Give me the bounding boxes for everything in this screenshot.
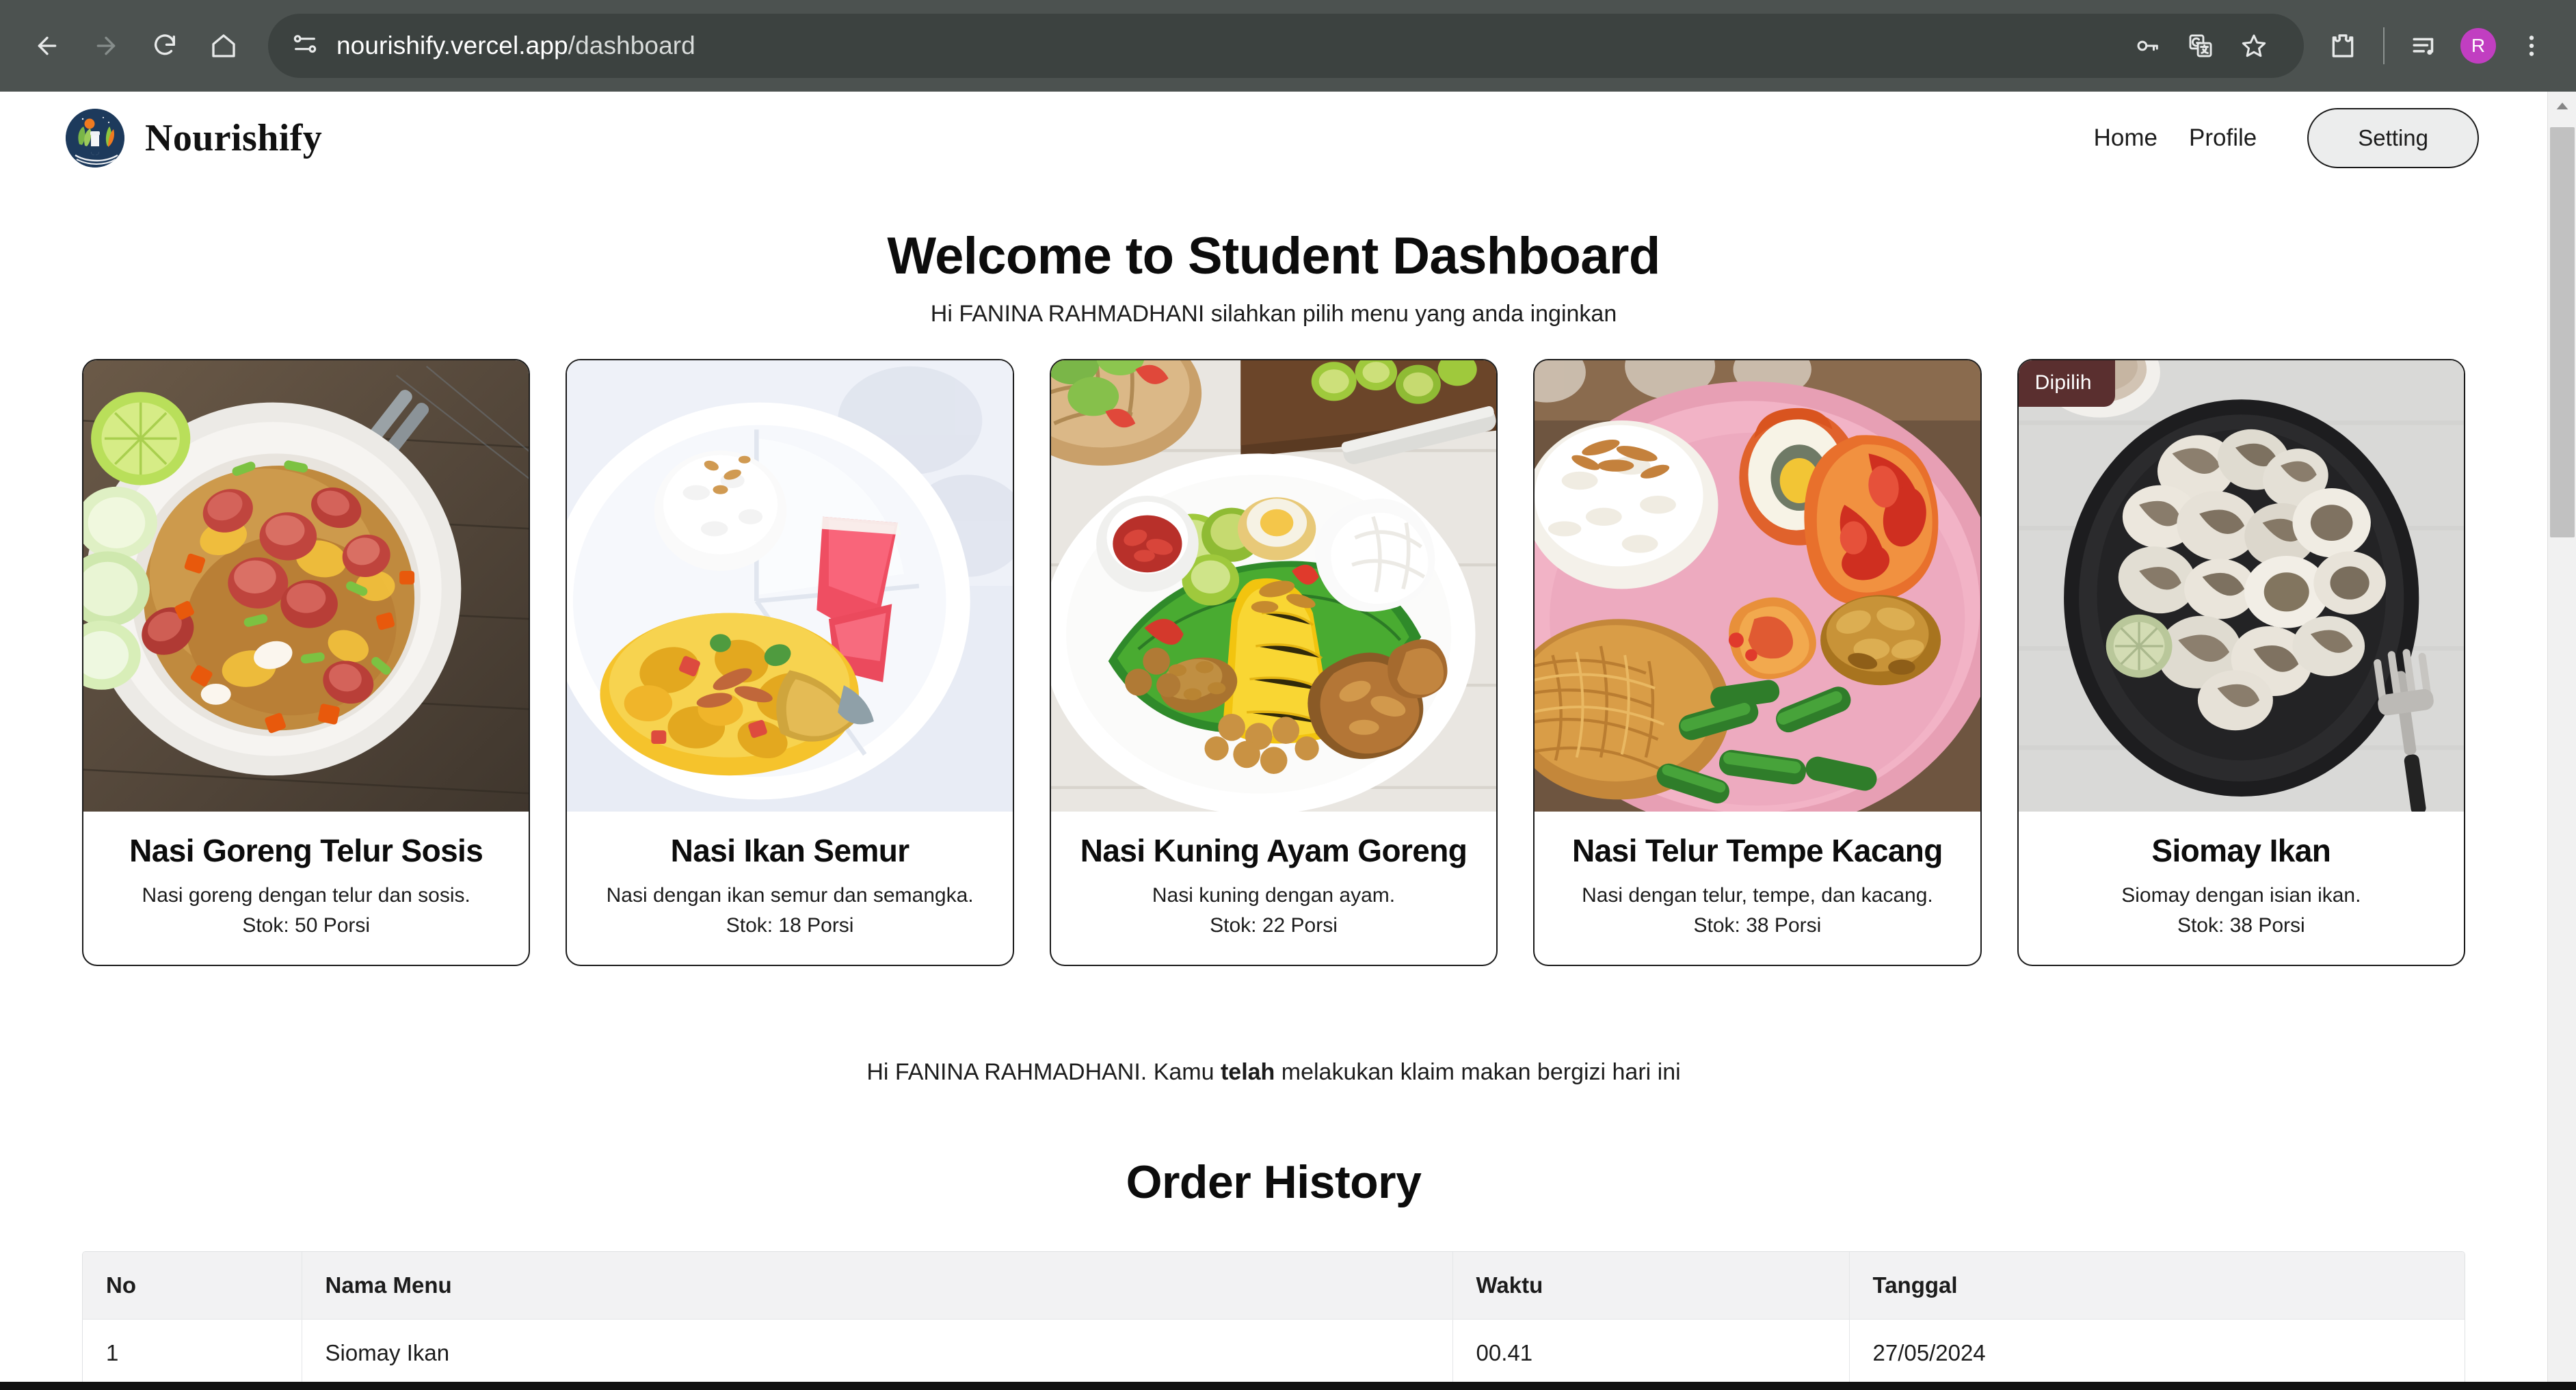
menu-card[interactable]: Nasi Telur Tempe Kacang Nasi dengan telu… [1533,359,1981,966]
page-content: Nourishify Home Profile Setting Welcome … [0,92,2547,1390]
nasi-telur-tempe-kacang-photo [1535,360,1980,812]
menu-card-stock: Stok: 22 Porsi [1066,914,1481,937]
url-path: /dashboard [568,31,695,59]
column-header-nama-menu: Nama Menu [302,1252,1452,1320]
address-bar[interactable]: nourishify.vercel.app/dashboard [268,14,2304,78]
password-key-icon[interactable] [2121,19,2174,72]
hero-subtitle: Hi FANINA RAHMADHANI silahkan pilih menu… [0,301,2547,328]
brand-name: Nourishify [145,116,322,160]
menu-card-list: Nasi Goreng Telur Sosis Nasi goreng deng… [0,359,2547,966]
cell-waktu: 00.41 [1452,1320,1849,1387]
profile-avatar-button[interactable]: R [2452,19,2505,72]
menu-card-title: Siomay Ikan [2034,832,2449,869]
page-viewport: Nourishify Home Profile Setting Welcome … [0,92,2576,1390]
media-control-icon[interactable] [2398,19,2452,72]
brand[interactable]: Nourishify [66,109,322,168]
order-history-table-wrap: No Nama Menu Waktu Tanggal 1 Siomay Ikan… [82,1251,2465,1390]
nasi-goreng-telur-sosis-photo [83,360,529,812]
menu-card[interactable]: Nasi Goreng Telur Sosis Nasi goreng deng… [82,359,530,966]
claim-emphasis: telah [1221,1059,1275,1085]
back-arrow-icon[interactable] [18,16,77,75]
three-dot-menu-icon[interactable] [2505,19,2558,72]
site-header: Nourishify Home Profile Setting [0,92,2547,184]
claim-prefix: Hi FANINA RAHMADHANI. Kamu [866,1059,1221,1085]
site-nav: Home Profile Setting [2094,108,2479,168]
table-row: 1 Siomay Ikan 00.41 27/05/2024 [83,1320,2465,1387]
menu-card[interactable]: Nasi Ikan Semur Nasi dengan ikan semur d… [566,359,1013,966]
menu-card-title: Nasi Goreng Telur Sosis [98,832,514,869]
claim-suffix: melakukan klaim makan bergizi hari ini [1275,1059,1680,1085]
menu-card-stock: Stok: 38 Porsi [2034,914,2449,937]
menu-card-body: Nasi Ikan Semur Nasi dengan ikan semur d… [567,812,1012,965]
menu-card[interactable]: Nasi Kuning Ayam Goreng Nasi kuning deng… [1050,359,1498,966]
setting-button[interactable]: Setting [2307,108,2479,168]
menu-card-body: Nasi Kuning Ayam Goreng Nasi kuning deng… [1051,812,1496,965]
reload-icon[interactable] [135,16,194,75]
extensions-puzzle-icon[interactable] [2316,19,2369,72]
menu-card-description: Nasi kuning dengan ayam. [1066,884,1481,907]
menu-card-title: Nasi Kuning Ayam Goreng [1066,832,1481,869]
url-text: nourishify.vercel.app/dashboard [336,31,695,60]
avatar: R [2460,28,2496,64]
bookmark-star-icon[interactable] [2227,19,2281,72]
toolbar-divider [2383,27,2385,64]
cell-no: 1 [83,1320,302,1387]
menu-card-body: Nasi Telur Tempe Kacang Nasi dengan telu… [1535,812,1980,965]
column-header-tanggal: Tanggal [1849,1252,2465,1320]
scroll-up-arrow-icon[interactable] [2548,92,2576,120]
home-icon[interactable] [194,16,253,75]
nav-link-home[interactable]: Home [2094,124,2157,152]
nasi-ikan-semur-photo [567,360,1012,812]
page-title: Welcome to Student Dashboard [0,226,2547,286]
page-scrollbar[interactable] [2547,92,2576,1390]
menu-card-body: Nasi Goreng Telur Sosis Nasi goreng deng… [83,812,529,965]
menu-card-description: Siomay dengan isian ikan. [2034,884,2449,907]
siomay-ikan-photo: Dipilih [2019,360,2464,812]
window-bottom-edge [0,1382,2576,1390]
table-header-row: No Nama Menu Waktu Tanggal [83,1252,2465,1320]
menu-card-description: Nasi dengan telur, tempe, dan kacang. [1550,884,1965,907]
column-header-no: No [83,1252,302,1320]
url-host: nourishify.vercel.app [336,31,568,59]
order-history-title: Order History [0,1155,2547,1209]
menu-card-stock: Stok: 38 Porsi [1550,914,1965,937]
nasi-kuning-ayam-goreng-photo [1051,360,1496,812]
hero-section: Welcome to Student Dashboard Hi FANINA R… [0,226,2547,328]
site-settings-icon[interactable] [291,31,319,62]
menu-card-stock: Stok: 18 Porsi [582,914,997,937]
claim-status-message: Hi FANINA RAHMADHANI. Kamu telah melakuk… [0,1059,2547,1086]
forward-arrow-icon [77,16,135,75]
order-history-table: No Nama Menu Waktu Tanggal 1 Siomay Ikan… [83,1252,2465,1390]
menu-card-title: Nasi Telur Tempe Kacang [1550,832,1965,869]
browser-toolbar: nourishify.vercel.app/dashboard [0,0,2576,92]
menu-card-description: Nasi goreng dengan telur dan sosis. [98,884,514,907]
menu-card-selected[interactable]: Dipilih Siomay Ikan Siomay dengan isian … [2017,359,2465,966]
cell-nama-menu: Siomay Ikan [302,1320,1452,1387]
translate-icon[interactable] [2174,19,2227,72]
nourishify-logo-icon [66,109,124,168]
menu-card-stock: Stok: 50 Porsi [98,914,514,937]
nav-link-profile[interactable]: Profile [2189,124,2257,152]
menu-card-body: Siomay Ikan Siomay dengan isian ikan. St… [2019,812,2464,965]
menu-card-description: Nasi dengan ikan semur dan semangka. [582,884,997,907]
scrollbar-thumb[interactable] [2550,127,2575,537]
cell-tanggal: 27/05/2024 [1849,1320,2465,1387]
column-header-waktu: Waktu [1452,1252,1849,1320]
menu-card-title: Nasi Ikan Semur [582,832,997,869]
status-badge: Dipilih [2019,360,2115,407]
